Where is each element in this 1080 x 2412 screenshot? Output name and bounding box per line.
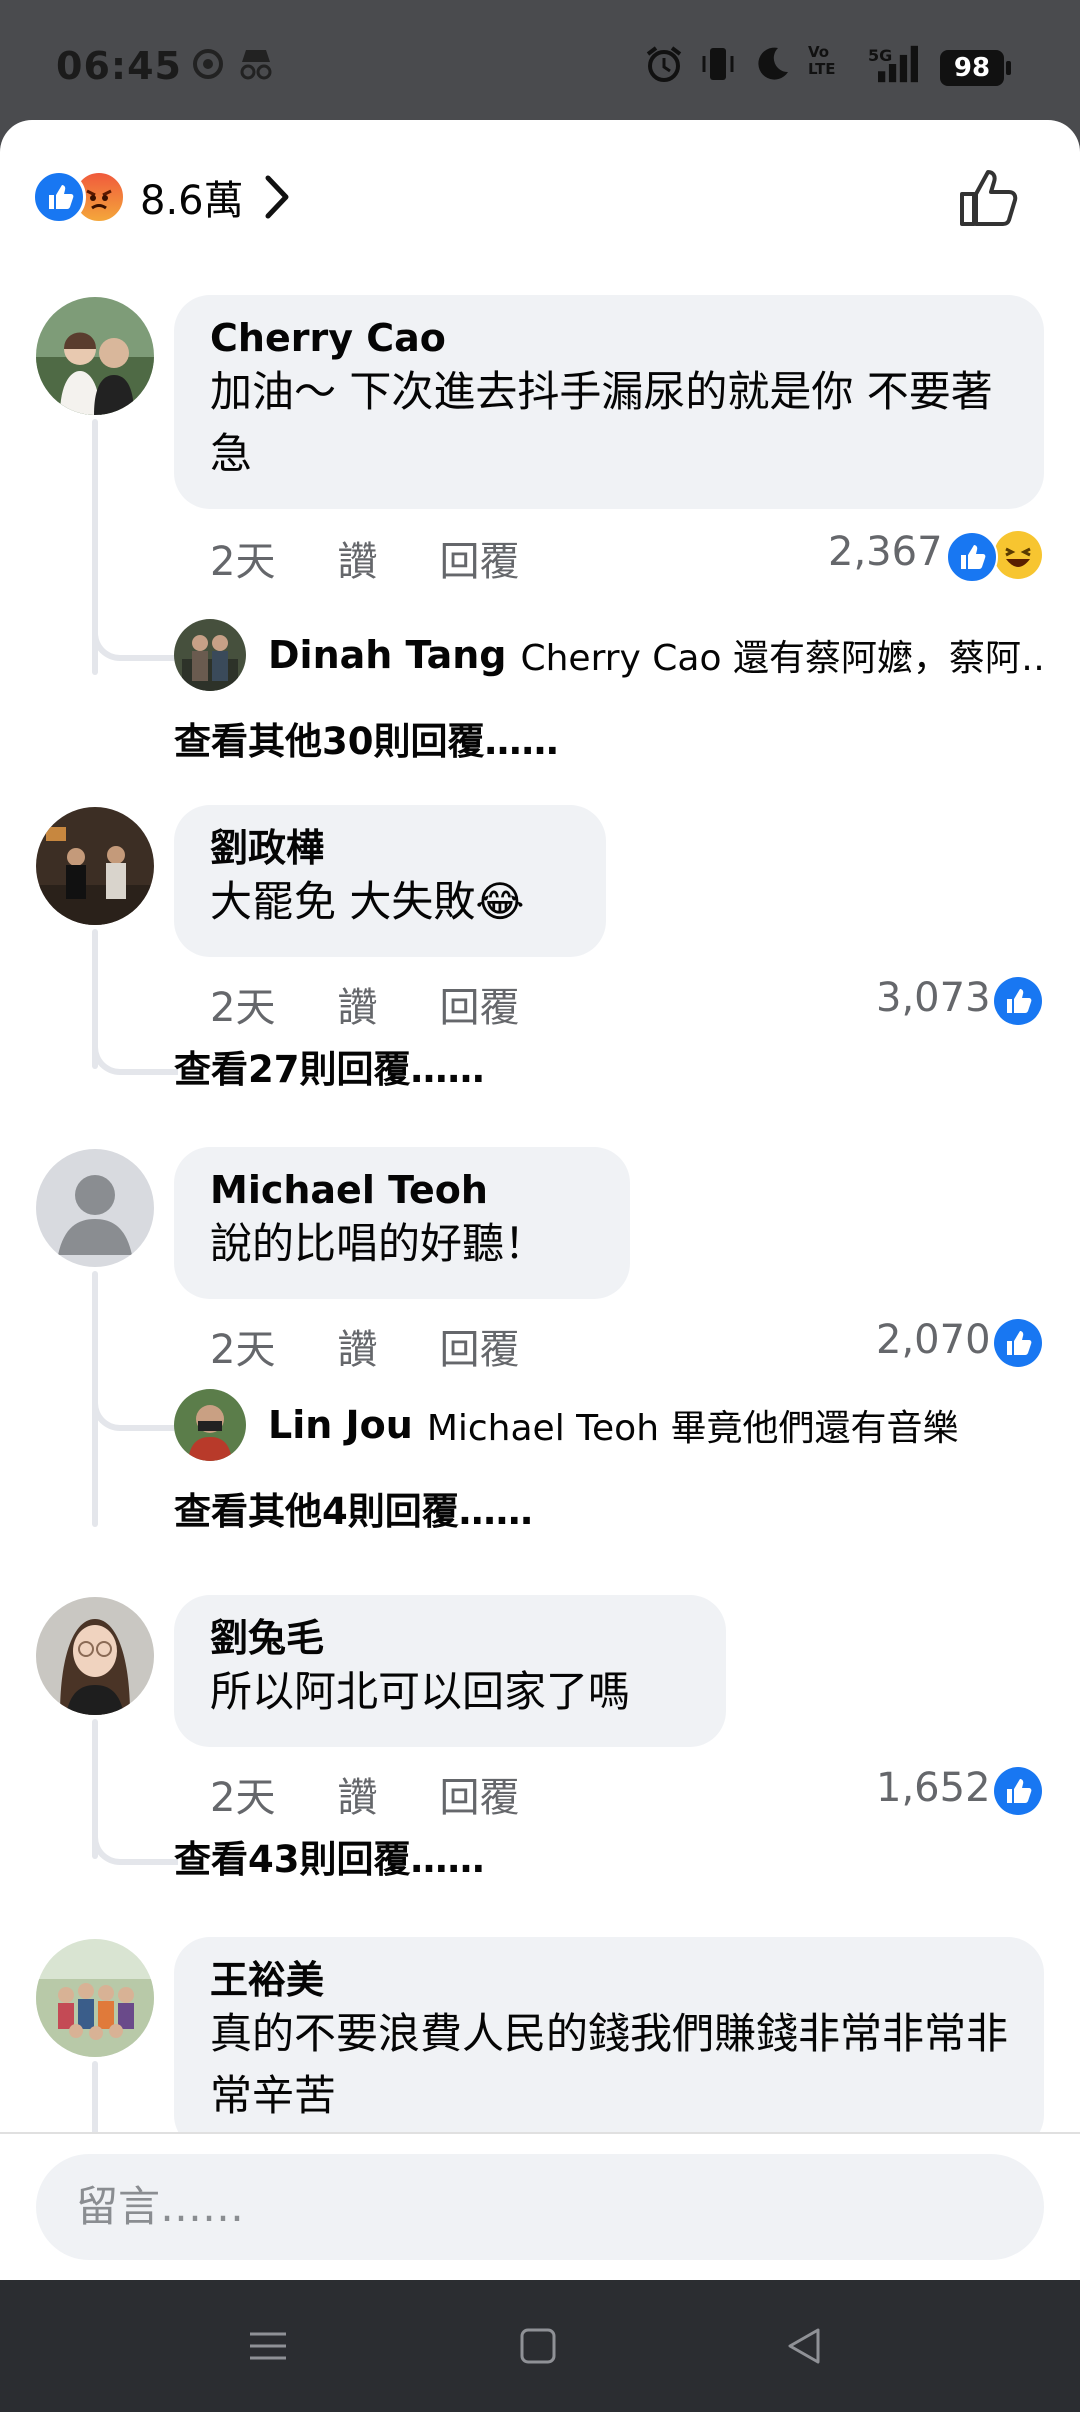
comment-bubble[interactable]: 劉兔毛 所以阿北可以回家了嗎	[174, 1595, 726, 1747]
moon-icon	[758, 47, 788, 80]
comment-text: 加油～ 下次進去抖手漏尿的就是你 不要著急	[210, 367, 993, 478]
like-button[interactable]: 讚	[337, 1765, 377, 1823]
avatar[interactable]	[36, 1597, 154, 1715]
comment-actions: 2天 讚 回覆	[210, 1765, 519, 1823]
menu-icon[interactable]	[246, 2324, 290, 2368]
like-button[interactable]: 讚	[337, 1317, 377, 1375]
comment-input[interactable]: 留言……	[36, 2154, 1044, 2260]
comment-time: 2天	[210, 1775, 276, 1821]
back-icon[interactable]	[782, 2324, 826, 2368]
reaction-count[interactable]: 3,073	[876, 975, 991, 1021]
volte-indicator: Vo LTE	[808, 43, 836, 78]
thread-branch	[92, 1829, 178, 1865]
comment-text: 所以阿北可以回家了嗎	[210, 1667, 631, 1716]
comment-text: 真的不要浪費人民的錢我們賺錢非常非常非常辛苦	[210, 2009, 1009, 2120]
comment-bubble[interactable]: Cherry Cao 加油～ 下次進去抖手漏尿的就是你 不要著急	[174, 295, 1044, 509]
commenter-name[interactable]: 劉兔毛	[210, 1615, 690, 1661]
view-more-replies[interactable]: 查看其他4則回覆……	[174, 1481, 533, 1535]
comment-bubble[interactable]: Michael Teoh 說的比唱的好聽！	[174, 1147, 630, 1299]
chevron-right-icon	[265, 175, 289, 219]
reaction-count: 8.6萬	[140, 178, 244, 224]
commenter-name[interactable]: 劉政樺	[210, 825, 570, 871]
comment-composer: 留言……	[0, 2132, 1080, 2280]
incognito-icon	[240, 50, 272, 80]
status-bar: 06:45 Vo LTE 5G 98	[0, 0, 1080, 120]
comments-sheet: 8.6萬 Cherry Cao 加油～ 下次進去抖手漏尿的就是你 不要著急 2天…	[0, 120, 1080, 2280]
reaction-count[interactable]: 2,367	[828, 529, 943, 575]
like-reaction-icon	[994, 1319, 1042, 1367]
clock: 06:45	[56, 44, 182, 88]
reply-button[interactable]: 回覆	[439, 975, 519, 1033]
comment-time: 2天	[210, 539, 276, 585]
thread-branch	[92, 1039, 178, 1075]
reply-text: Michael Teoh 畢竟他們還有音樂	[426, 1408, 959, 1449]
comment-bubble[interactable]: 王裕美 真的不要浪費人民的錢我們賺錢非常非常非常辛苦	[174, 1937, 1044, 2151]
reply-button[interactable]: 回覆	[439, 1765, 519, 1823]
reply-button[interactable]: 回覆	[439, 529, 519, 587]
alarm-icon	[646, 46, 682, 82]
view-more-replies[interactable]: 查看其他30則回覆……	[174, 711, 559, 765]
comment-actions: 2天 讚 回覆	[210, 529, 519, 587]
like-reaction-icon	[994, 1767, 1042, 1815]
like-reaction-icon	[946, 531, 998, 583]
avatar[interactable]	[36, 1149, 154, 1267]
like-button[interactable]: 讚	[337, 975, 377, 1033]
chrome-icon	[193, 49, 223, 79]
thread-branch	[92, 1395, 178, 1431]
comment-actions: 2天 讚 回覆	[210, 1317, 519, 1375]
comment-bubble[interactable]: 劉政樺 大罷免 大失敗😂	[174, 805, 606, 957]
home-icon[interactable]	[516, 2324, 560, 2368]
system-navigation-bar	[0, 2280, 1080, 2412]
avatar[interactable]	[174, 1389, 246, 1461]
vibrate-icon	[702, 48, 734, 80]
comment-text: 大罷免 大失敗😂	[210, 877, 525, 926]
reactions-summary[interactable]: 8.6萬	[32, 162, 292, 232]
reply-text: Cherry Cao 還有蔡阿嬤，蔡阿…	[520, 638, 1044, 679]
reply-author[interactable]: Lin Jou	[268, 1403, 413, 1447]
commenter-name[interactable]: 王裕美	[210, 1957, 1008, 2003]
reply-preview[interactable]: Dinah Tang Cherry Cao 還有蔡阿嬤，蔡阿…	[174, 615, 1044, 695]
thread-branch	[92, 625, 178, 661]
like-reaction-icon	[994, 977, 1042, 1025]
view-more-replies[interactable]: 查看27則回覆……	[174, 1039, 485, 1093]
signal-icon	[878, 45, 918, 83]
avatar[interactable]	[36, 807, 154, 925]
avatar[interactable]	[36, 1939, 154, 2057]
commenter-name[interactable]: Cherry Cao	[210, 315, 1008, 361]
reply-button[interactable]: 回覆	[439, 1317, 519, 1375]
view-more-replies[interactable]: 查看43則回覆……	[174, 1829, 485, 1883]
comment-actions: 2天 讚 回覆	[210, 975, 519, 1033]
battery-indicator: 98	[940, 50, 1011, 86]
like-post-button[interactable]	[954, 162, 1026, 234]
like-button[interactable]: 讚	[337, 529, 377, 587]
commenter-name[interactable]: Michael Teoh	[210, 1167, 594, 1213]
reply-preview[interactable]: Lin Jou Michael Teoh 畢竟他們還有音樂	[174, 1385, 1044, 1465]
comment-time: 2天	[210, 985, 276, 1031]
reply-author[interactable]: Dinah Tang	[268, 633, 506, 677]
comment-text: 說的比唱的好聽！	[210, 1219, 547, 1268]
avatar[interactable]	[174, 619, 246, 691]
like-reaction-icon	[32, 170, 86, 224]
avatar[interactable]	[36, 297, 154, 415]
reaction-count[interactable]: 1,652	[876, 1765, 991, 1811]
comment-time: 2天	[210, 1327, 276, 1373]
haha-reaction-icon	[994, 531, 1042, 579]
reaction-count[interactable]: 2,070	[876, 1317, 991, 1363]
